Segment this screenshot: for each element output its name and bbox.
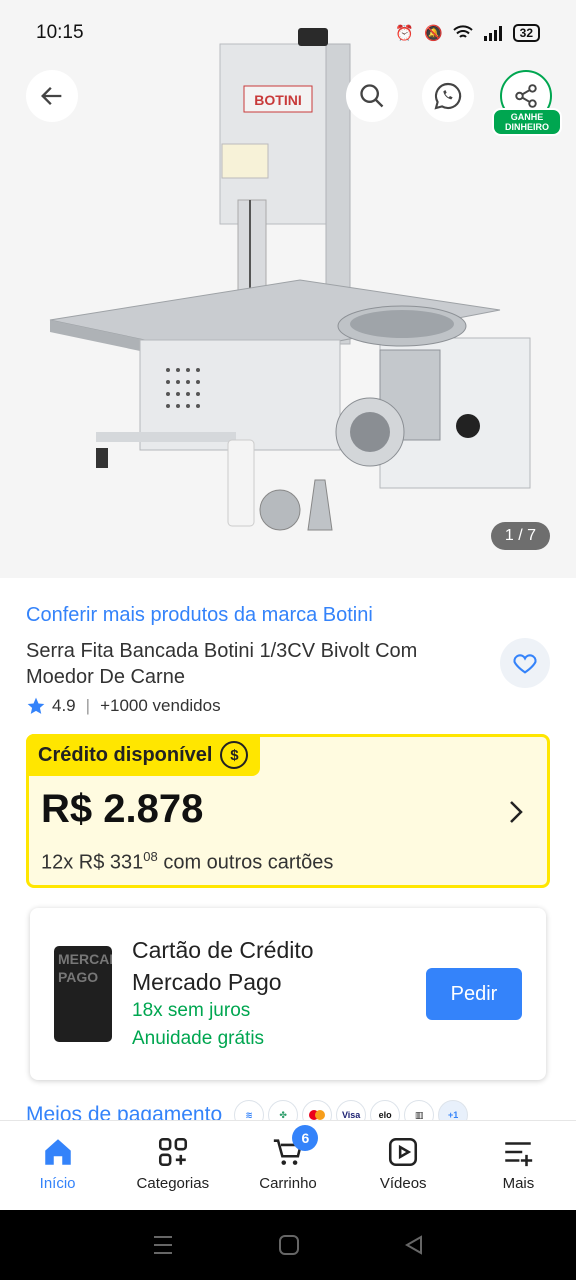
- nav-home[interactable]: Início: [0, 1121, 115, 1210]
- star-icon: [27, 697, 45, 714]
- rating-value: 4.9: [52, 696, 76, 715]
- brand-link[interactable]: Conferir mais produtos da marca Botini: [26, 604, 373, 627]
- wifi-icon: [452, 25, 473, 38]
- nav-home-label: Início: [39, 1175, 76, 1192]
- share-earn-badge: GANHE DINHEIRO: [492, 108, 562, 136]
- status-icons: ⏰ 🔕 32: [395, 24, 540, 42]
- credit-tag-label: Crédito disponível: [38, 743, 213, 766]
- card-offer-annual-fee: Anuidade grátis: [132, 1028, 265, 1049]
- rating-separator: |: [85, 696, 91, 715]
- nav-cart[interactable]: 6 Carrinho: [230, 1121, 345, 1210]
- card-offer-installments: 18x sem juros: [132, 1000, 251, 1021]
- nav-videos-label: Vídeos: [379, 1175, 427, 1192]
- categories-icon: [158, 1137, 187, 1167]
- favorite-button[interactable]: [500, 638, 550, 688]
- home-icon: [44, 1139, 71, 1165]
- rating-row[interactable]: 4.9 | +1000 vendidos: [26, 696, 221, 716]
- nav-more-label: Mais: [502, 1175, 535, 1192]
- mute-icon: 🔕: [423, 25, 443, 42]
- signal-icon: [483, 26, 502, 41]
- sold-count: +1000 vendidos: [100, 696, 221, 715]
- nav-categories-label: Categorias: [136, 1175, 210, 1192]
- alarm-icon: ⏰: [395, 25, 414, 42]
- request-card-button[interactable]: Pedir: [426, 968, 522, 1020]
- price: R$ 2.878: [41, 787, 204, 831]
- screen: BOTINI GANHE DINHEIRO 1 / 7 10:15 ⏰ 🔕 32…: [0, 0, 576, 1280]
- credit-available-tag: Crédito disponível $: [26, 734, 261, 776]
- status-time: 10:15: [36, 22, 84, 43]
- cart-count-badge: 6: [292, 1125, 319, 1151]
- heart-icon: [513, 654, 537, 674]
- nav-more[interactable]: Mais: [461, 1121, 576, 1210]
- product-brand-text: BOTINI: [254, 92, 301, 108]
- video-play-icon: [389, 1137, 418, 1167]
- bottom-navigation: Início Categorias 6 Carrinho Vídeos Mais: [0, 1120, 576, 1210]
- card-offer-title: Cartão de Crédito Mercado Pago: [132, 937, 314, 995]
- credit-card-offer[interactable]: MERCADO PAGO Cartão de Crédito Mercado P…: [30, 908, 546, 1080]
- nav-cart-label: Carrinho: [259, 1175, 317, 1192]
- share-icon: [515, 84, 537, 108]
- status-bar: 10:15 ⏰ 🔕 32: [0, 0, 576, 66]
- whatsapp-share-button[interactable]: [422, 70, 474, 122]
- installments-text: 12x R$ 33108 com outros cartões: [41, 849, 334, 874]
- nav-videos[interactable]: Vídeos: [346, 1121, 461, 1210]
- battery-indicator: 32: [512, 24, 540, 42]
- credit-price-box[interactable]: Crédito disponível $ R$ 2.878 12x R$ 331…: [26, 734, 550, 888]
- coin-icon: $: [220, 741, 249, 769]
- card-image: MERCADO PAGO: [54, 946, 112, 1042]
- arrow-left-icon: [41, 87, 62, 105]
- back-system-icon[interactable]: [403, 1234, 425, 1256]
- menu-more-icon: [505, 1142, 533, 1167]
- image-counter: 1 / 7: [490, 522, 550, 550]
- nav-categories[interactable]: Categorias: [115, 1121, 230, 1210]
- chevron-right-icon: [510, 801, 523, 823]
- search-button[interactable]: [346, 70, 398, 122]
- system-navigation-bar: [0, 1210, 576, 1280]
- product-title: Serra Fita Bancada Botini 1/3CV Bivolt C…: [26, 640, 418, 688]
- home-system-icon[interactable]: [278, 1234, 300, 1256]
- recent-apps-icon[interactable]: [151, 1234, 175, 1256]
- search-icon: [360, 84, 384, 108]
- product-gallery[interactable]: BOTINI GANHE DINHEIRO 1 / 7: [0, 0, 576, 578]
- whatsapp-icon: [434, 82, 462, 110]
- back-button[interactable]: [26, 70, 78, 122]
